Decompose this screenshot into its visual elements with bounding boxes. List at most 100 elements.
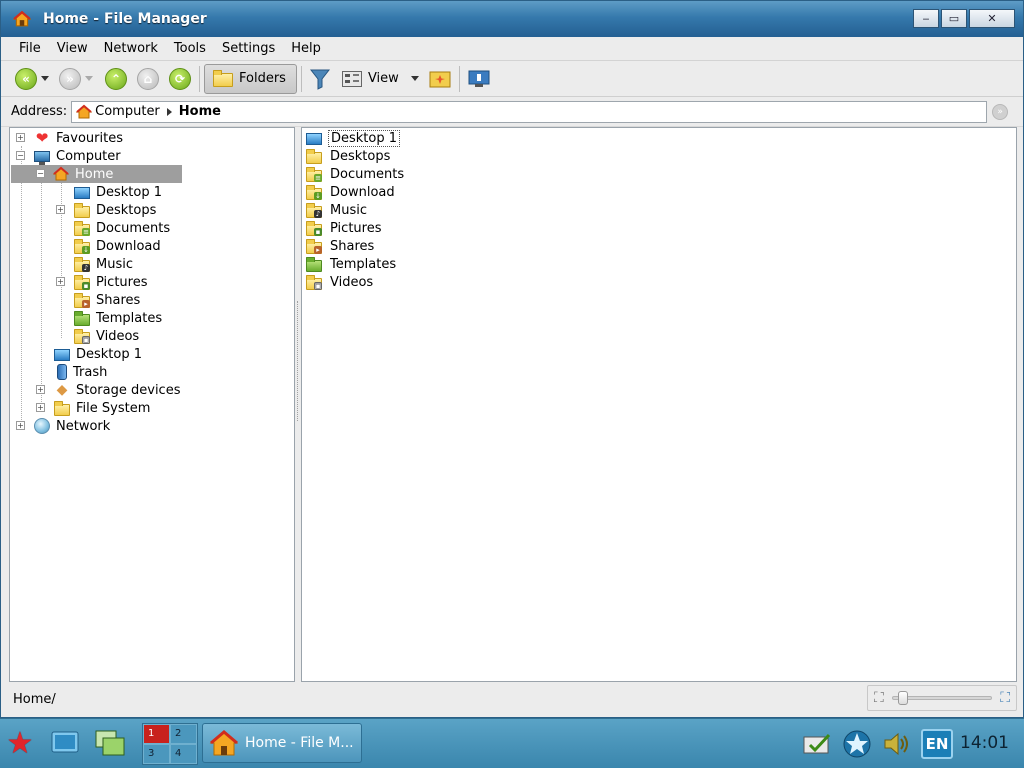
tree-item-favourites[interactable]: ❤ Favourites (34, 129, 123, 147)
tree-item-documents[interactable]: ≡ Documents (74, 219, 170, 237)
workspace-1[interactable]: 1 (143, 724, 170, 744)
home-folder-icon (53, 166, 69, 181)
menu-settings[interactable]: Settings (214, 41, 283, 56)
menu-network[interactable]: Network (96, 41, 166, 56)
pictures-folder-icon: ▪ (306, 220, 322, 236)
expand-desktops-icon[interactable]: + (56, 205, 65, 214)
menu-tools[interactable]: Tools (166, 41, 214, 56)
menu-view[interactable]: View (49, 41, 96, 56)
view-dropdown-icon[interactable] (410, 76, 419, 81)
tree-item-music[interactable]: ♪ Music (74, 255, 133, 273)
file-item-shares[interactable]: ▸ Shares (306, 237, 376, 255)
tree-item-desktop-1[interactable]: Desktop 1 (74, 183, 162, 201)
clock[interactable]: 14:01 (960, 733, 1009, 753)
close-button[interactable]: ✕ (969, 9, 1015, 28)
tree-label: Desktops (96, 202, 157, 218)
desktop-icon (74, 187, 90, 199)
zoom-in-icon[interactable]: ⛶ (1000, 690, 1010, 706)
forward-dropdown-icon[interactable] (85, 76, 93, 81)
file-item-desktop-1[interactable]: Desktop 1 (306, 129, 401, 147)
tree-item-desktops[interactable]: Desktops (74, 201, 156, 219)
file-item-templates[interactable]: Templates (306, 255, 398, 273)
filter-button[interactable] (309, 65, 330, 93)
new-folder-button[interactable] (429, 65, 451, 93)
tree-label: Documents (96, 220, 171, 236)
start-menu-star-icon[interactable]: ★ (4, 729, 36, 761)
workspace-2[interactable]: 2 (170, 724, 197, 744)
show-desktop-button[interactable] (50, 729, 80, 757)
tree-item-templates[interactable]: Templates (74, 309, 162, 327)
forward-button[interactable]: » (59, 65, 93, 93)
workspace-4[interactable]: 4 (170, 744, 197, 764)
tree-item-computer[interactable]: Computer (34, 147, 121, 165)
clipboard-tray-icon[interactable] (802, 729, 832, 759)
view-mode-icon (341, 70, 362, 87)
workspace-3[interactable]: 3 (143, 744, 170, 764)
file-item-music[interactable]: ♪ Music (306, 201, 369, 219)
window-list-icon (95, 730, 125, 756)
collapse-computer-icon[interactable]: − (16, 151, 25, 160)
zoom-slider-thumb[interactable] (897, 691, 908, 705)
address-field[interactable]: Computer Home (71, 100, 988, 123)
expand-storage-icon[interactable]: + (36, 385, 45, 394)
maximize-button[interactable]: ▭ (941, 9, 967, 28)
taskbar: ★ 1 2 3 4 Home - File M... EN 14:01 (0, 718, 1024, 768)
tree-item-desktop[interactable]: Desktop 1 (54, 345, 142, 363)
file-label: Documents (330, 166, 405, 182)
folders-toggle-button[interactable]: Folders (204, 63, 297, 94)
tree-item-file-system[interactable]: File System (54, 399, 150, 417)
view-button[interactable]: View (341, 65, 419, 93)
tree-item-trash[interactable]: Trash (54, 363, 107, 381)
expand-network-icon[interactable]: + (16, 421, 25, 430)
toolbar-separator (458, 65, 460, 92)
network-share-icon (468, 70, 490, 87)
tree-item-download[interactable]: ↓ Download (74, 237, 161, 255)
breadcrumb-home[interactable]: Home (179, 104, 221, 119)
menu-file[interactable]: File (11, 41, 49, 56)
zoom-out-icon[interactable]: ⛶ (874, 690, 884, 706)
minimize-button[interactable]: ‒ (913, 9, 939, 28)
folder-icon (306, 148, 322, 164)
updates-tray-icon[interactable] (842, 729, 872, 759)
home-folder-icon (209, 730, 239, 756)
file-item-pictures[interactable]: ▪ Pictures (306, 219, 383, 237)
go-button[interactable]: » (992, 103, 1009, 120)
keyboard-layout-indicator[interactable]: EN (921, 729, 953, 759)
toolbar-separator (300, 65, 302, 92)
zoom-slider[interactable] (891, 691, 993, 705)
collapse-home-icon[interactable]: − (36, 169, 45, 178)
back-dropdown-icon[interactable] (41, 76, 49, 81)
title-bar[interactable]: Home - File Manager ‒ ▭ ✕ (1, 1, 1023, 37)
network-connect-button[interactable] (468, 65, 490, 93)
tree-item-network[interactable]: Network (34, 417, 110, 435)
breadcrumb-separator-icon[interactable] (166, 107, 172, 116)
home-button[interactable]: ⌂ (137, 65, 159, 93)
back-button[interactable]: « (15, 65, 49, 93)
tree-label: File System (76, 400, 151, 416)
taskbar-window-button[interactable]: Home - File M... (202, 723, 362, 763)
file-label: Desktops (330, 148, 391, 164)
desktop-icon (306, 133, 322, 145)
tree-item-pictures[interactable]: ▪ Pictures (74, 273, 147, 291)
expand-favourites-icon[interactable]: + (16, 133, 25, 142)
tree-item-videos[interactable]: ▣ Videos (74, 327, 139, 345)
show-desktop-icon (51, 731, 79, 753)
up-button[interactable]: ⌃ (105, 65, 127, 93)
file-item-download[interactable]: ↓ Download (306, 183, 397, 201)
file-item-documents[interactable]: ≡ Documents (306, 165, 406, 183)
tree-item-shares[interactable]: ▸ Shares (74, 291, 140, 309)
shares-folder-icon: ▸ (74, 292, 90, 308)
expand-pictures-icon[interactable]: + (56, 277, 65, 286)
videos-folder-icon: ▣ (74, 328, 90, 344)
workspace-pager: 1 2 3 4 (142, 723, 198, 765)
breadcrumb-computer[interactable]: Computer (95, 104, 160, 119)
expand-filesystem-icon[interactable]: + (36, 403, 45, 412)
pane-splitter[interactable] (297, 301, 299, 421)
refresh-button[interactable]: ⟳ (169, 65, 191, 93)
file-item-desktops[interactable]: Desktops (306, 147, 392, 165)
volume-tray-icon[interactable] (882, 729, 912, 759)
menu-help[interactable]: Help (283, 41, 329, 56)
tree-item-storage-devices[interactable]: ◆ Storage devices (54, 381, 181, 399)
file-item-videos[interactable]: ▣ Videos (306, 273, 375, 291)
window-list-button[interactable] (94, 729, 125, 757)
